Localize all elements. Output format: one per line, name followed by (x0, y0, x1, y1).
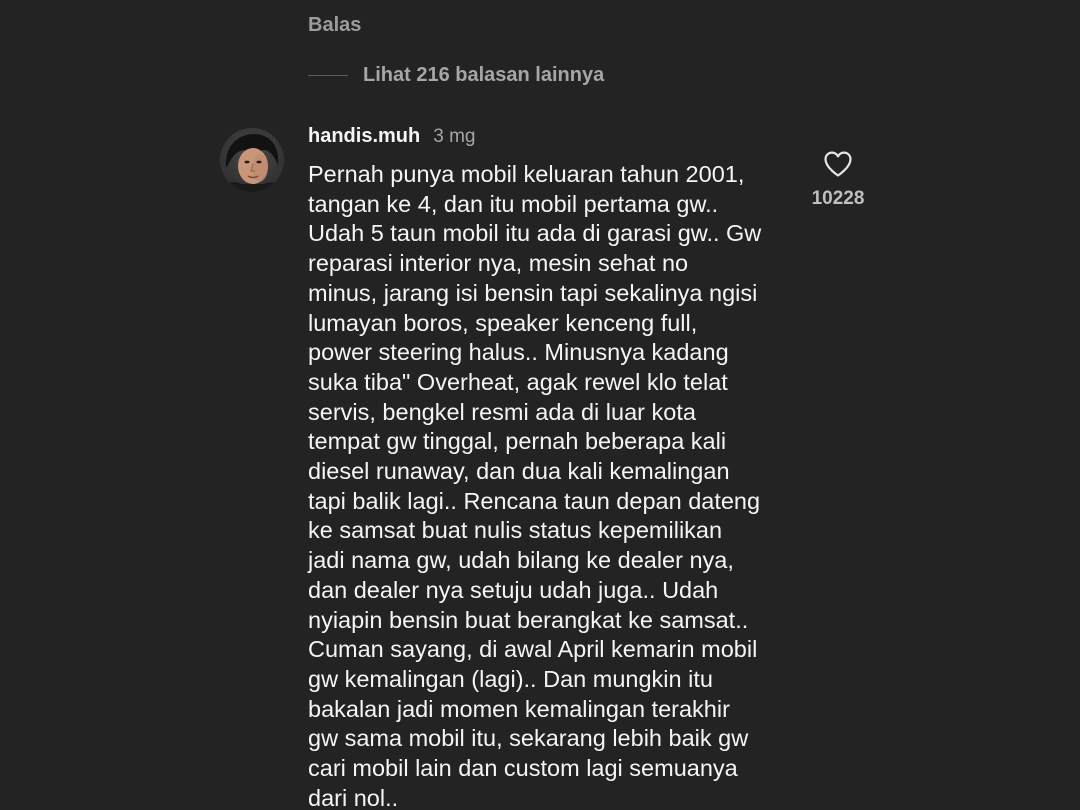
username[interactable]: handis.muh (308, 125, 420, 148)
comment-line: jadi nama gw, udah bilang ke dealer nya, (308, 547, 734, 574)
comment-text: Pernah punya mobil keluaran tahun 2001, … (308, 160, 793, 810)
comment-line: reparasi interior nya, mesin sehat no (308, 250, 689, 277)
view-more-replies[interactable]: Lihat 216 balasan lainnya (308, 64, 604, 87)
comment-line: nyiapin bensin buat berangkat ke samsat.… (308, 606, 749, 633)
comment-line: minus, jarang isi bensin tapi sekalinya … (308, 279, 758, 306)
reply-button[interactable]: Balas (308, 14, 361, 37)
comment-header: handis.muh 3 mg (308, 125, 475, 148)
like-count: 10228 (811, 188, 865, 209)
comment-line: Pernah punya mobil keluaran tahun 2001, (308, 161, 745, 187)
heart-outline-icon[interactable] (823, 150, 853, 178)
comment-line: cari mobil lain dan custom lagi semuanya (308, 755, 738, 782)
comment-line: dan dealer nya setuju udah juga.. Udah (308, 576, 719, 603)
comment-line: gw sama mobil itu, sekarang lebih baik g… (308, 725, 749, 752)
avatar[interactable] (220, 128, 284, 192)
view-more-replies-label: Lihat 216 balasan lainnya (363, 64, 605, 86)
comment-line: Cuman sayang, di awal April kemarin mobi… (308, 636, 758, 663)
comment-line: diesel runaway, dan dua kali kemalingan (308, 458, 730, 485)
comment-line: lumayan boros, speaker kenceng full, (308, 309, 698, 336)
timestamp: 3 mg (433, 126, 476, 147)
comment-line: suka tiba" Overheat, agak rewel klo tela… (308, 368, 728, 395)
thread-divider-line (308, 75, 348, 76)
comments-screen: Balas Lihat 216 balasan lainnya handis.m… (0, 0, 1080, 810)
avatar-photo (220, 128, 284, 192)
comment-line: servis, bengkel resmi ada di luar kota (308, 398, 696, 425)
comment-line: ke samsat buat nulis status kepemilikan (308, 517, 723, 544)
comment-line: Udah 5 taun mobil itu ada di garasi gw..… (308, 220, 762, 247)
comment-line: dari nol.. (308, 784, 399, 810)
comment-line: tempat gw tinggal, pernah beberapa kali (308, 428, 727, 455)
comment-line: tangan ke 4, dan itu mobil pertama gw.. (308, 190, 719, 217)
comment-line: gw kemalingan (lagi).. Dan mungkin itu (308, 665, 713, 692)
comment-line: power steering halus.. Minusnya kadang (308, 339, 729, 366)
comment-line: bakalan jadi momen kemalingan terakhir (308, 695, 730, 722)
comment-line: tapi balik lagi.. Rencana taun depan dat… (308, 487, 761, 514)
like-section: 10228 (800, 150, 876, 210)
